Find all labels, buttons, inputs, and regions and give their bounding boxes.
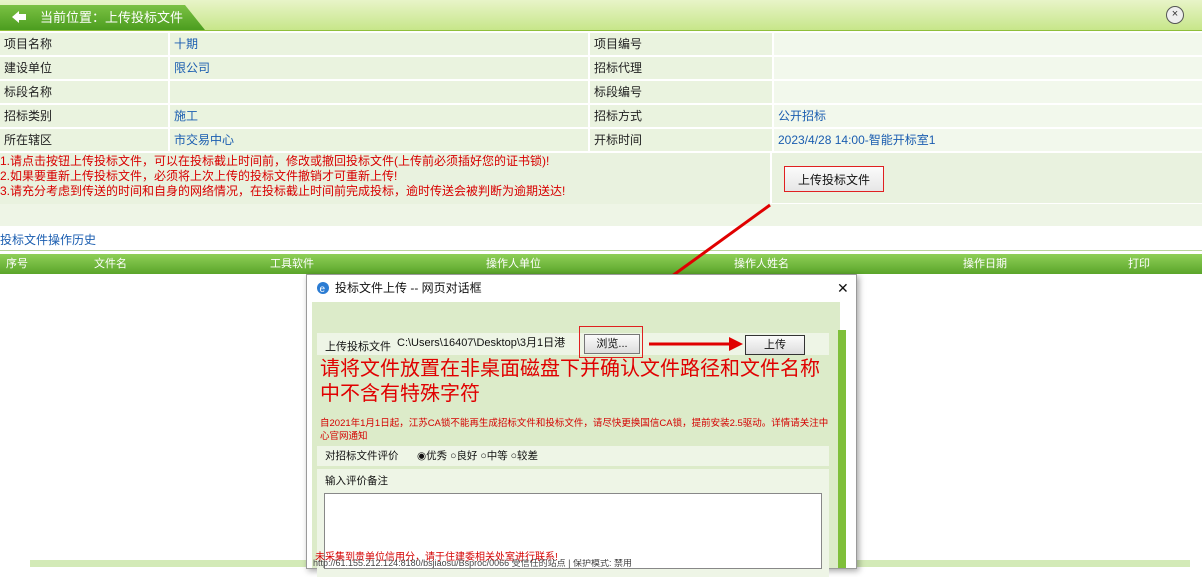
ie-icon: e bbox=[317, 282, 329, 295]
dialog-title: 投标文件上传 -- 网页对话框 bbox=[335, 281, 482, 295]
browse-highlight: 浏览... bbox=[579, 326, 643, 358]
radio-excellent[interactable]: ◉优秀 bbox=[417, 450, 447, 462]
dialog-body: 上传投标文件 C:\Users\16407\Desktop\3月1日港 浏览..… bbox=[312, 302, 840, 577]
radio-good[interactable]: ○良好 bbox=[450, 450, 477, 462]
rating-row: 对招标文件评价 ◉优秀 ○良好 ○中等 ○较差 bbox=[317, 446, 829, 466]
upload-dialog: e 投标文件上传 -- 网页对话框 ✕ 上传投标文件 C:\Users\1640… bbox=[306, 274, 857, 577]
svg-text:e: e bbox=[320, 284, 326, 295]
file-path-input[interactable]: C:\Users\16407\Desktop\3月1日港 bbox=[397, 333, 575, 353]
comment-label: 输入评价备注 bbox=[325, 475, 388, 487]
scroll-strip bbox=[838, 330, 846, 568]
browse-button[interactable]: 浏览... bbox=[584, 334, 640, 354]
warning-small: 自2021年1月1日起，江苏CA锁不能再生成招标文件和投标文件，请尽快更换国信C… bbox=[320, 418, 829, 442]
radio-medium[interactable]: ○中等 bbox=[480, 450, 507, 462]
rating-options: ◉优秀 ○良好 ○中等 ○较差 bbox=[417, 446, 538, 466]
rating-label: 对招标文件评价 bbox=[325, 450, 399, 462]
file-row: 上传投标文件 C:\Users\16407\Desktop\3月1日港 浏览..… bbox=[317, 326, 829, 358]
upload-button[interactable]: 上传 bbox=[745, 335, 805, 355]
radio-poor[interactable]: ○较差 bbox=[511, 450, 538, 462]
dialog-close-icon[interactable]: ✕ bbox=[837, 275, 849, 301]
dialog-titlebar: e 投标文件上传 -- 网页对话框 ✕ bbox=[307, 275, 856, 301]
file-label: 上传投标文件 bbox=[325, 341, 391, 353]
annotation-arrow-right bbox=[649, 337, 743, 351]
warning-big: 请将文件放置在非桌面磁盘下并确认文件路径和文件名称中不含有特殊字符 bbox=[320, 358, 820, 405]
